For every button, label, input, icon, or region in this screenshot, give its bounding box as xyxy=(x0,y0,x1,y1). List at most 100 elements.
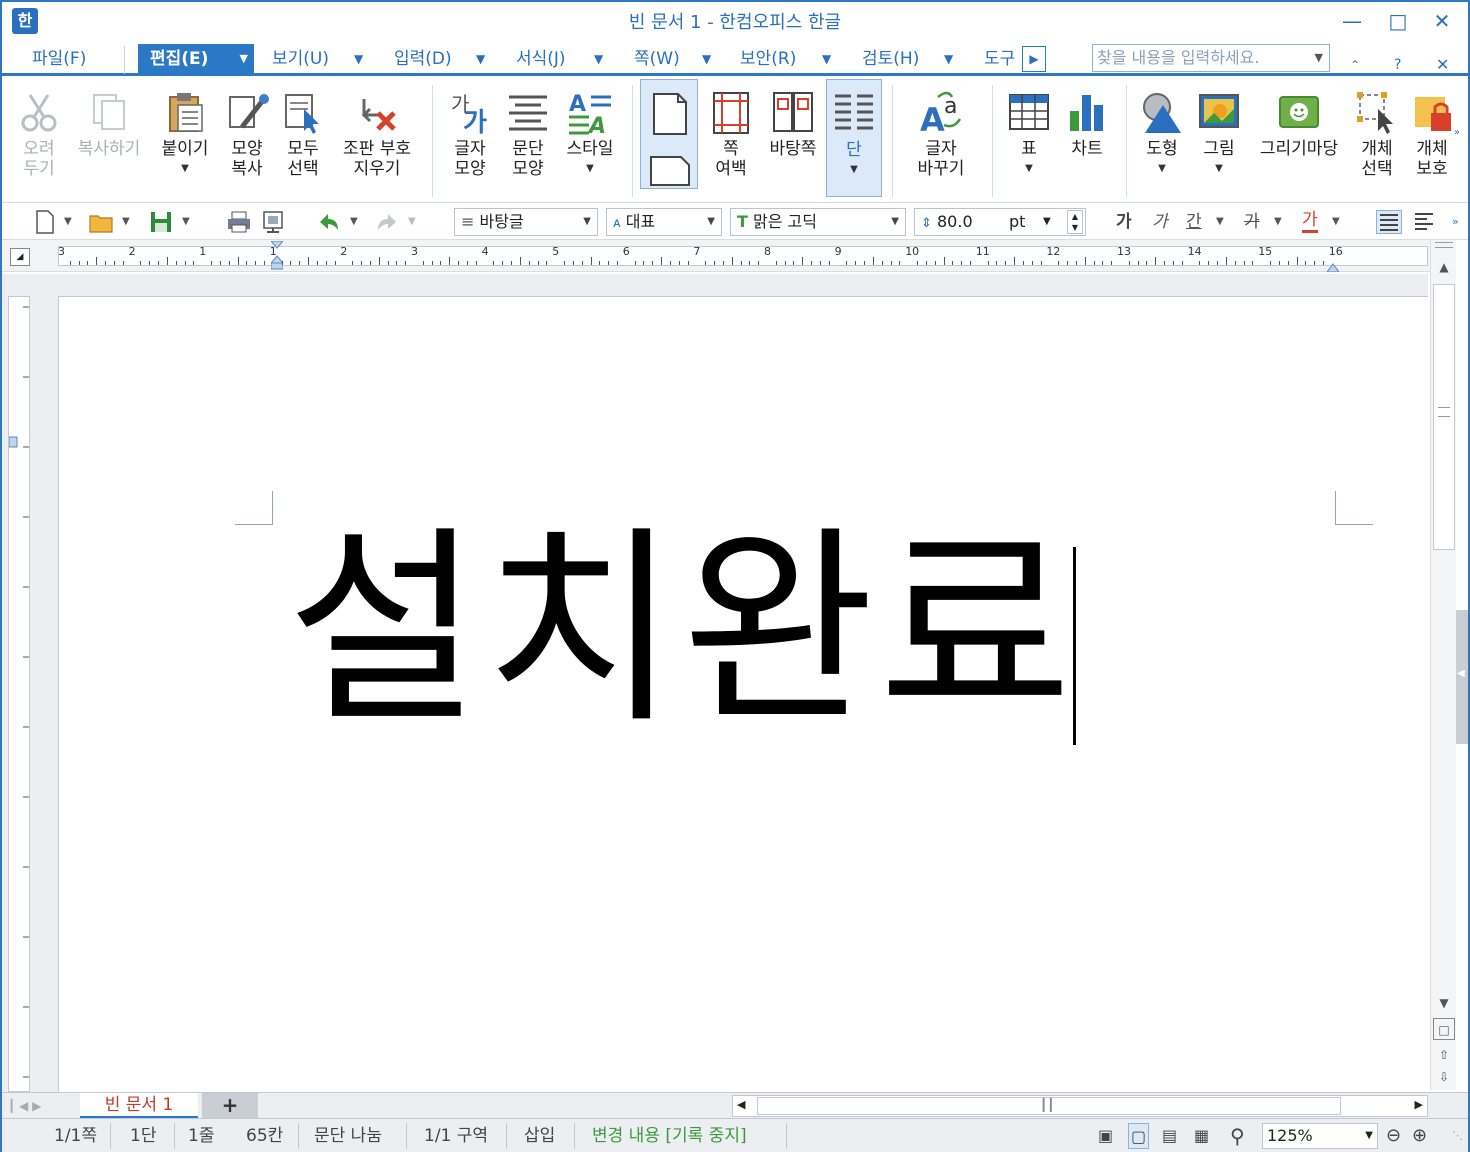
view-fit-icon[interactable]: ▣ xyxy=(1098,1123,1113,1149)
tab-nav-icons[interactable]: ┃ ◀ ▶ xyxy=(8,1097,78,1115)
zoom-out-icon[interactable]: ⊖ xyxy=(1386,1123,1401,1149)
master-page-button[interactable]: 바탕쪽 xyxy=(762,79,824,201)
doc-tab-active[interactable]: 빈 문서 1 xyxy=(80,1093,198,1119)
columns-button[interactable]: 단 ▼ xyxy=(826,79,882,197)
menu-review[interactable]: 검토(H) xyxy=(862,44,919,74)
side-panel-toggle[interactable]: ◀ xyxy=(1456,610,1468,744)
tab-type-icon[interactable]: ◢ xyxy=(10,248,30,266)
maximize-icon[interactable]: □ xyxy=(1380,6,1416,36)
object-select-button[interactable]: 개체 선택 xyxy=(1352,79,1402,201)
page-margin-button[interactable]: 쪽 여백 xyxy=(702,79,760,201)
scroll-right-icon[interactable]: ▶ xyxy=(1415,1098,1423,1111)
menu-edit[interactable]: 편집(E) ▼ xyxy=(138,44,254,74)
chevron-down-icon[interactable]: ▼ xyxy=(944,46,953,72)
resize-grip-icon[interactable]: ⋱ xyxy=(1452,1123,1463,1149)
clear-marks-button[interactable]: 조판 부호 지우기 xyxy=(336,79,418,201)
help-icon[interactable]: ? xyxy=(1394,52,1401,78)
menu-tools[interactable]: 도구 xyxy=(984,44,1015,74)
minimize-icon[interactable]: — xyxy=(1334,6,1370,36)
redo-icon[interactable] xyxy=(374,210,400,234)
zoom-in-icon[interactable]: ⊕ xyxy=(1412,1123,1427,1149)
para-shape-button[interactable]: 문단 모양 xyxy=(502,79,554,201)
chevron-down-icon[interactable]: ▼ xyxy=(1216,210,1224,234)
page-view-icon[interactable]: □ xyxy=(1433,1018,1455,1040)
underline-button[interactable]: 간 xyxy=(1186,210,1202,234)
char-shape-button[interactable]: 가가 글자 모양 xyxy=(442,79,498,201)
close-icon[interactable]: ✕ xyxy=(1424,6,1460,36)
table-button[interactable]: 표 ▼ xyxy=(1004,79,1054,201)
chevron-down-icon[interactable]: ▼ xyxy=(350,210,358,234)
chevron-down-icon[interactable]: ▼ xyxy=(1043,209,1051,235)
new-document-icon[interactable] xyxy=(32,210,58,234)
picture-button[interactable]: 그림 ▼ xyxy=(1192,79,1246,201)
zoom-icon[interactable]: ⚲ xyxy=(1230,1123,1245,1149)
view-page-icon[interactable]: ▢ xyxy=(1128,1123,1150,1149)
style-select[interactable]: ≡ 바탕글 ▼ xyxy=(454,208,598,236)
font-size-stepper[interactable]: ▲ ▼ xyxy=(1067,210,1083,234)
chevron-down-icon[interactable]: ▼ xyxy=(822,46,831,72)
menu-file[interactable]: 파일(F) xyxy=(32,44,86,74)
ribbon-more-icon[interactable]: » xyxy=(1454,127,1460,138)
scroll-down-icon[interactable]: ▼ xyxy=(1433,992,1455,1014)
vertical-scrollbar[interactable]: ▲ ▼ □ ⇧ ⇩ xyxy=(1430,240,1456,1090)
format-painter-button[interactable]: 모양 복사 xyxy=(222,79,272,201)
chevron-down-icon[interactable]: ▼ xyxy=(122,210,130,234)
scroll-up-icon[interactable]: ▲ xyxy=(1433,256,1455,278)
save-icon[interactable] xyxy=(148,210,174,234)
chevron-down-icon[interactable]: ▼ xyxy=(408,210,416,234)
view-draft-icon[interactable]: ▦ xyxy=(1194,1123,1209,1149)
align-justify-icon[interactable] xyxy=(1376,210,1402,234)
landscape-button[interactable] xyxy=(642,145,698,195)
document-page[interactable]: 설치완료 xyxy=(58,296,1428,1106)
print-icon[interactable] xyxy=(226,210,252,234)
chevron-down-icon[interactable]: ▼ xyxy=(64,210,72,234)
ribbon-collapse-icon[interactable]: ⌃ xyxy=(1350,52,1360,78)
chart-button[interactable]: 차트 xyxy=(1060,79,1114,201)
chevron-down-icon[interactable]: ▼ xyxy=(594,46,603,72)
status-insert-mode[interactable]: 삽입 xyxy=(524,1123,555,1149)
strikethrough-button[interactable]: 가 xyxy=(1244,210,1260,234)
chevron-down-icon[interactable]: ▼ xyxy=(476,46,485,72)
add-tab-button[interactable]: + xyxy=(202,1093,258,1119)
language-select[interactable]: ᴀ 대표 ▼ xyxy=(606,208,722,236)
next-page-icon[interactable]: ⇩ xyxy=(1433,1066,1455,1088)
style-button[interactable]: AA 스타일 ▼ xyxy=(558,79,622,201)
chevron-down-icon[interactable]: ▼ xyxy=(1332,210,1340,234)
menu-page[interactable]: 쪽(W) xyxy=(634,44,680,74)
print-preview-icon[interactable] xyxy=(260,210,286,234)
copy-button[interactable]: 복사하기 xyxy=(72,79,146,201)
object-protect-button[interactable]: 개체 보호 xyxy=(1408,79,1456,201)
split-handle-icon[interactable] xyxy=(1435,242,1453,248)
italic-button[interactable]: 가 xyxy=(1152,210,1168,234)
chevron-down-icon[interactable]: ▼ xyxy=(1274,210,1282,234)
menu-format[interactable]: 서식(J) xyxy=(516,44,566,74)
select-all-button[interactable]: 모두 선택 xyxy=(278,79,328,201)
paste-button[interactable]: 붙이기 ▼ xyxy=(154,79,216,201)
char-replace-button[interactable]: Aa 글자 바꾸기 xyxy=(906,79,976,201)
zoom-select[interactable]: 125% ▼ xyxy=(1262,1123,1378,1149)
chevron-down-icon[interactable]: ▼ xyxy=(354,46,363,72)
font-size-input[interactable]: ⇕ 80.0 pt ▼ ▲ ▼ xyxy=(914,208,1086,236)
vertical-ruler[interactable] xyxy=(8,296,30,1092)
cut-button[interactable]: 오려 두기 xyxy=(14,79,64,201)
toolbar-more-icon[interactable]: » xyxy=(1452,210,1459,234)
drawing-gallery-button[interactable]: 그리기마당 xyxy=(1252,79,1346,201)
horizontal-ruler[interactable]: 3 2 1 1 2 3 4 5 6 7 8 9 10 11 12 13 14 15 16 xyxy=(58,240,1428,273)
align-left-icon[interactable] xyxy=(1412,210,1438,234)
font-select[interactable]: T 맑은 고딕 ▼ xyxy=(730,208,906,236)
chevron-down-icon[interactable]: ▼ xyxy=(1315,45,1323,71)
menu-insert[interactable]: 입력(D) xyxy=(394,44,452,74)
doc-close-icon[interactable]: ✕ xyxy=(1436,52,1449,78)
chevron-down-icon[interactable]: ▼ xyxy=(702,46,711,72)
menu-view[interactable]: 보기(U) xyxy=(272,44,329,74)
scroll-left-icon[interactable]: ◀ xyxy=(737,1098,745,1111)
undo-icon[interactable] xyxy=(316,210,342,234)
horizontal-scrollbar[interactable]: ◀ ┃┃ ▶ xyxy=(732,1095,1428,1117)
menu-overflow-icon[interactable]: ▶ xyxy=(1022,46,1046,72)
status-page[interactable]: 1/1쪽 xyxy=(54,1123,97,1149)
font-color-button[interactable]: 가 xyxy=(1302,210,1318,233)
document-body-text[interactable]: 설치완료 xyxy=(287,515,1076,745)
open-folder-icon[interactable] xyxy=(88,210,114,234)
scrollbar-thumb[interactable] xyxy=(1433,284,1455,550)
view-two-page-icon[interactable]: ▤ xyxy=(1162,1123,1177,1149)
